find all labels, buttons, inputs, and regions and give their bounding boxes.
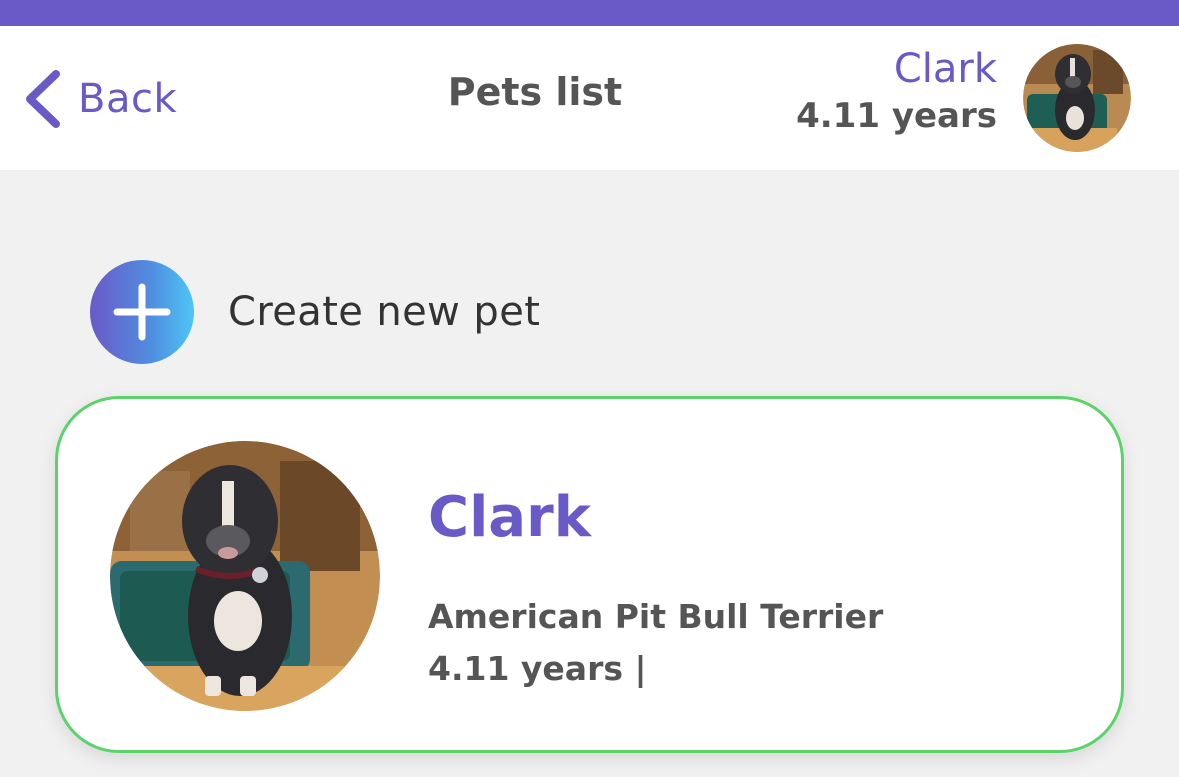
pet-breed: American Pit Bull Terrier <box>428 597 884 636</box>
app-header: Back Pets list Clark 4.11 years <box>0 26 1179 170</box>
pet-name: Clark <box>428 485 591 550</box>
pet-card[interactable]: Clark American Pit Bull Terrier 4.11 yea… <box>55 396 1124 753</box>
back-label: Back <box>78 76 178 122</box>
pet-avatar <box>110 441 380 711</box>
plus-icon <box>113 283 171 341</box>
chevron-left-icon <box>26 70 60 128</box>
current-pet-age: 4.11 years <box>796 96 997 136</box>
current-pet-avatar[interactable] <box>1023 44 1131 152</box>
page-title: Pets list <box>447 70 623 114</box>
create-pet-label: Create new pet <box>228 289 541 335</box>
pet-age: 4.11 years | <box>428 649 647 688</box>
create-pet-circle <box>90 260 194 364</box>
current-pet-summary[interactable]: Clark 4.11 years <box>796 44 997 138</box>
current-pet-name: Clark <box>893 46 997 92</box>
create-pet-button[interactable]: Create new pet <box>90 260 540 364</box>
status-bar <box>0 0 1179 26</box>
back-button[interactable]: Back <box>22 64 177 134</box>
